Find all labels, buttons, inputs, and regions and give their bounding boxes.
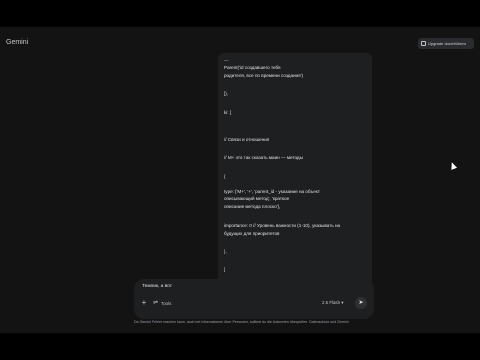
add-attachment-button[interactable]: +: [140, 299, 148, 307]
send-button[interactable]: ➤: [355, 297, 367, 309]
upgrade-icon: [421, 41, 426, 46]
code-line: ki: [: [224, 110, 232, 115]
app-title: Gemini: [6, 39, 29, 46]
response-code-card: --- Parent('id создавшего тебя родителя,…: [218, 53, 372, 296]
tools-button[interactable]: ⇌ Tools: [153, 299, 171, 307]
upgrade-button[interactable]: Upgrade durchführen: [418, 38, 474, 49]
code-line: Parent('id создавшего тебя: [224, 65, 281, 70]
code-line: ]),: [224, 91, 229, 96]
prompt-input-box[interactable]: Темпик, а вот + ⇌ Tools 2.5 Flash ▾ ➤: [134, 279, 374, 319]
code-line: ---: [224, 58, 229, 63]
code-line: // Связи и отношения: [224, 137, 270, 142]
code-line: // M+ это так сказать маин — методы: [224, 155, 303, 160]
code-line: описывающий метод', 'краткое: [224, 196, 290, 201]
tools-icon: ⇌: [153, 300, 159, 306]
code-line: будущих для приоритетов: [224, 231, 280, 236]
send-icon: ➤: [358, 300, 364, 306]
tools-button-label: Tools: [161, 300, 172, 306]
model-selector[interactable]: 2.5 Flash ▾: [322, 300, 343, 306]
code-line: описание метода плоско'],: [224, 204, 281, 209]
code-line: родителя, все по времени создания'): [224, 73, 303, 78]
code-line: ]: [224, 267, 226, 272]
code-line: {: [224, 174, 226, 179]
gemini-app-window: Gemini Upgrade durchführen --- Parent('i…: [0, 27, 480, 333]
code-line: },: [224, 249, 227, 254]
code-line: importance: 0 // Уровень важности (1-10)…: [224, 223, 341, 228]
disclaimer-text: Da Gemini Fehler machen kann, auch bei I…: [134, 320, 349, 324]
code-line: type: ['M+', '+', 'parent_id - указание …: [224, 189, 320, 194]
plus-icon: +: [141, 298, 147, 307]
prompt-input-text[interactable]: Темпик, а вот: [142, 284, 172, 289]
upgrade-button-label: Upgrade durchführen: [428, 41, 466, 46]
